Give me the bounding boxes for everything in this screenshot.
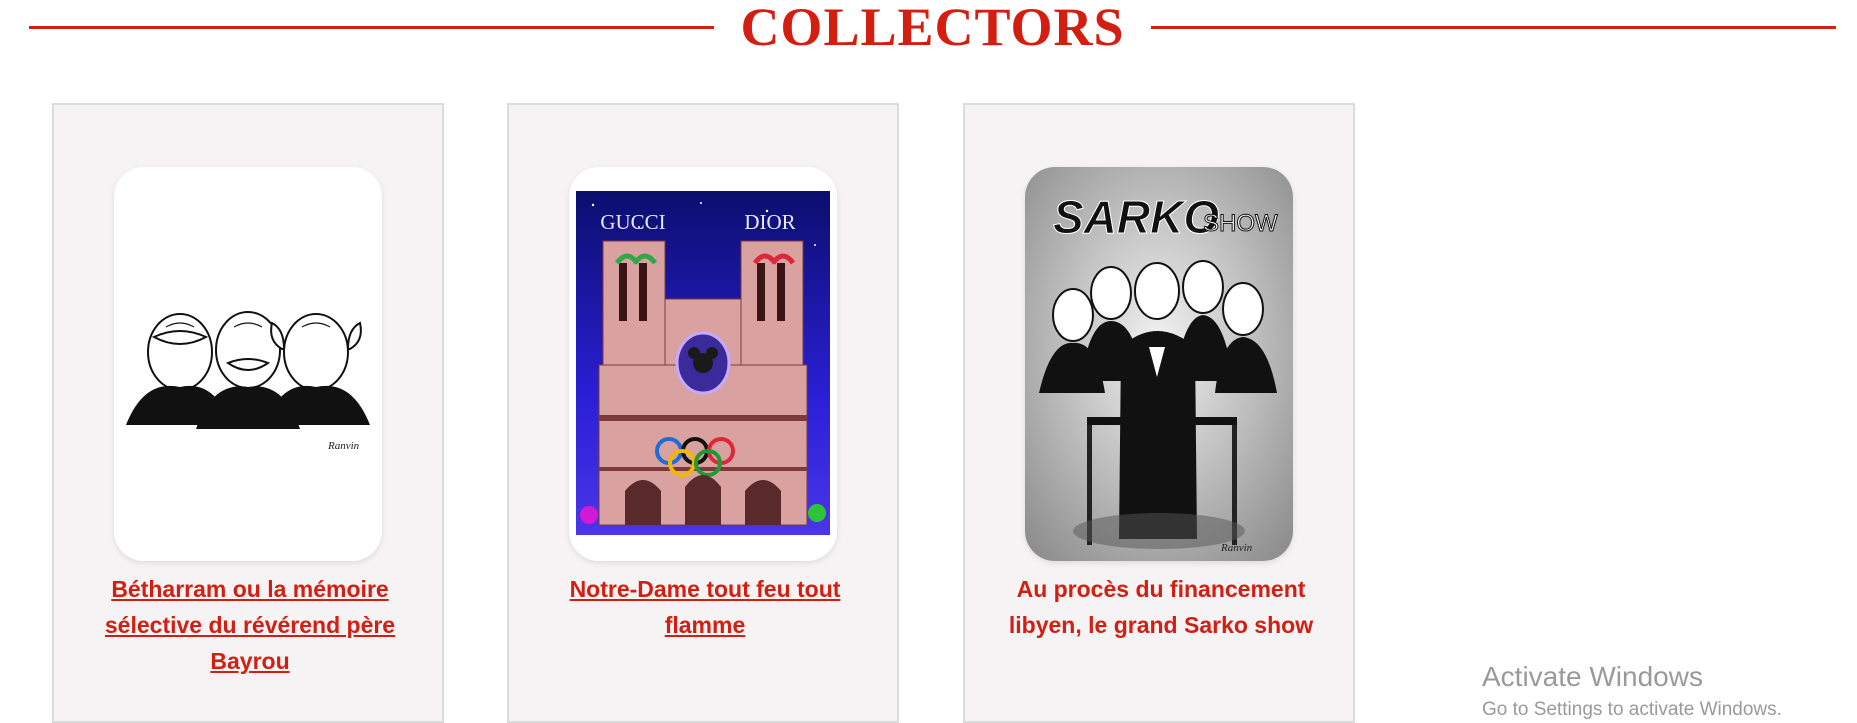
card-title-link[interactable]: Notre-Dame tout feu tout flamme (529, 571, 881, 643)
svg-text:Ranvin: Ranvin (327, 440, 360, 452)
card-title-link[interactable]: Bétharram ou la mémoire sélective du rév… (74, 571, 426, 679)
card-image[interactable]: SARKO SHOW Ranvin (1025, 167, 1293, 561)
section-title: COLLECTORS (740, 0, 1125, 57)
svg-text:DIOR: DIOR (744, 210, 795, 234)
card-image[interactable]: GUCCI DIOR (569, 167, 837, 561)
header-divider-right (1151, 26, 1836, 29)
three-wise-monkeys-caricature-icon: Ranvin (114, 167, 382, 561)
notre-dame-cathedral-illustration-icon: GUCCI DIOR (569, 167, 837, 561)
watermark-subtitle: Go to Settings to activate Windows. (1482, 699, 1782, 720)
activate-windows-watermark: Activate Windows Go to Settings to activ… (1482, 660, 1782, 722)
collector-card[interactable]: SARKO SHOW Ranvin Au procès du financeme… (963, 103, 1355, 723)
header-divider-left (29, 26, 714, 29)
collector-card[interactable]: Ranvin Bétharram ou la mémoire sélective… (52, 103, 444, 723)
card-title-link[interactable]: Au procès du financement libyen, le gran… (985, 571, 1337, 643)
collector-card[interactable]: GUCCI DIOR Notre-Dame tout feu tout flam… (507, 103, 899, 723)
card-image[interactable]: Ranvin (114, 167, 382, 561)
svg-text:Ranvin: Ranvin (1220, 542, 1253, 554)
sarko-show-caricature-icon: SARKO SHOW Ranvin (1025, 167, 1293, 561)
svg-text:GUCCI: GUCCI (600, 210, 665, 234)
section-header: COLLECTORS (0, 0, 1857, 58)
svg-text:SHOW: SHOW (1203, 210, 1278, 237)
svg-text:SARKO: SARKO (1053, 191, 1219, 243)
watermark-title: Activate Windows (1482, 661, 1703, 692)
